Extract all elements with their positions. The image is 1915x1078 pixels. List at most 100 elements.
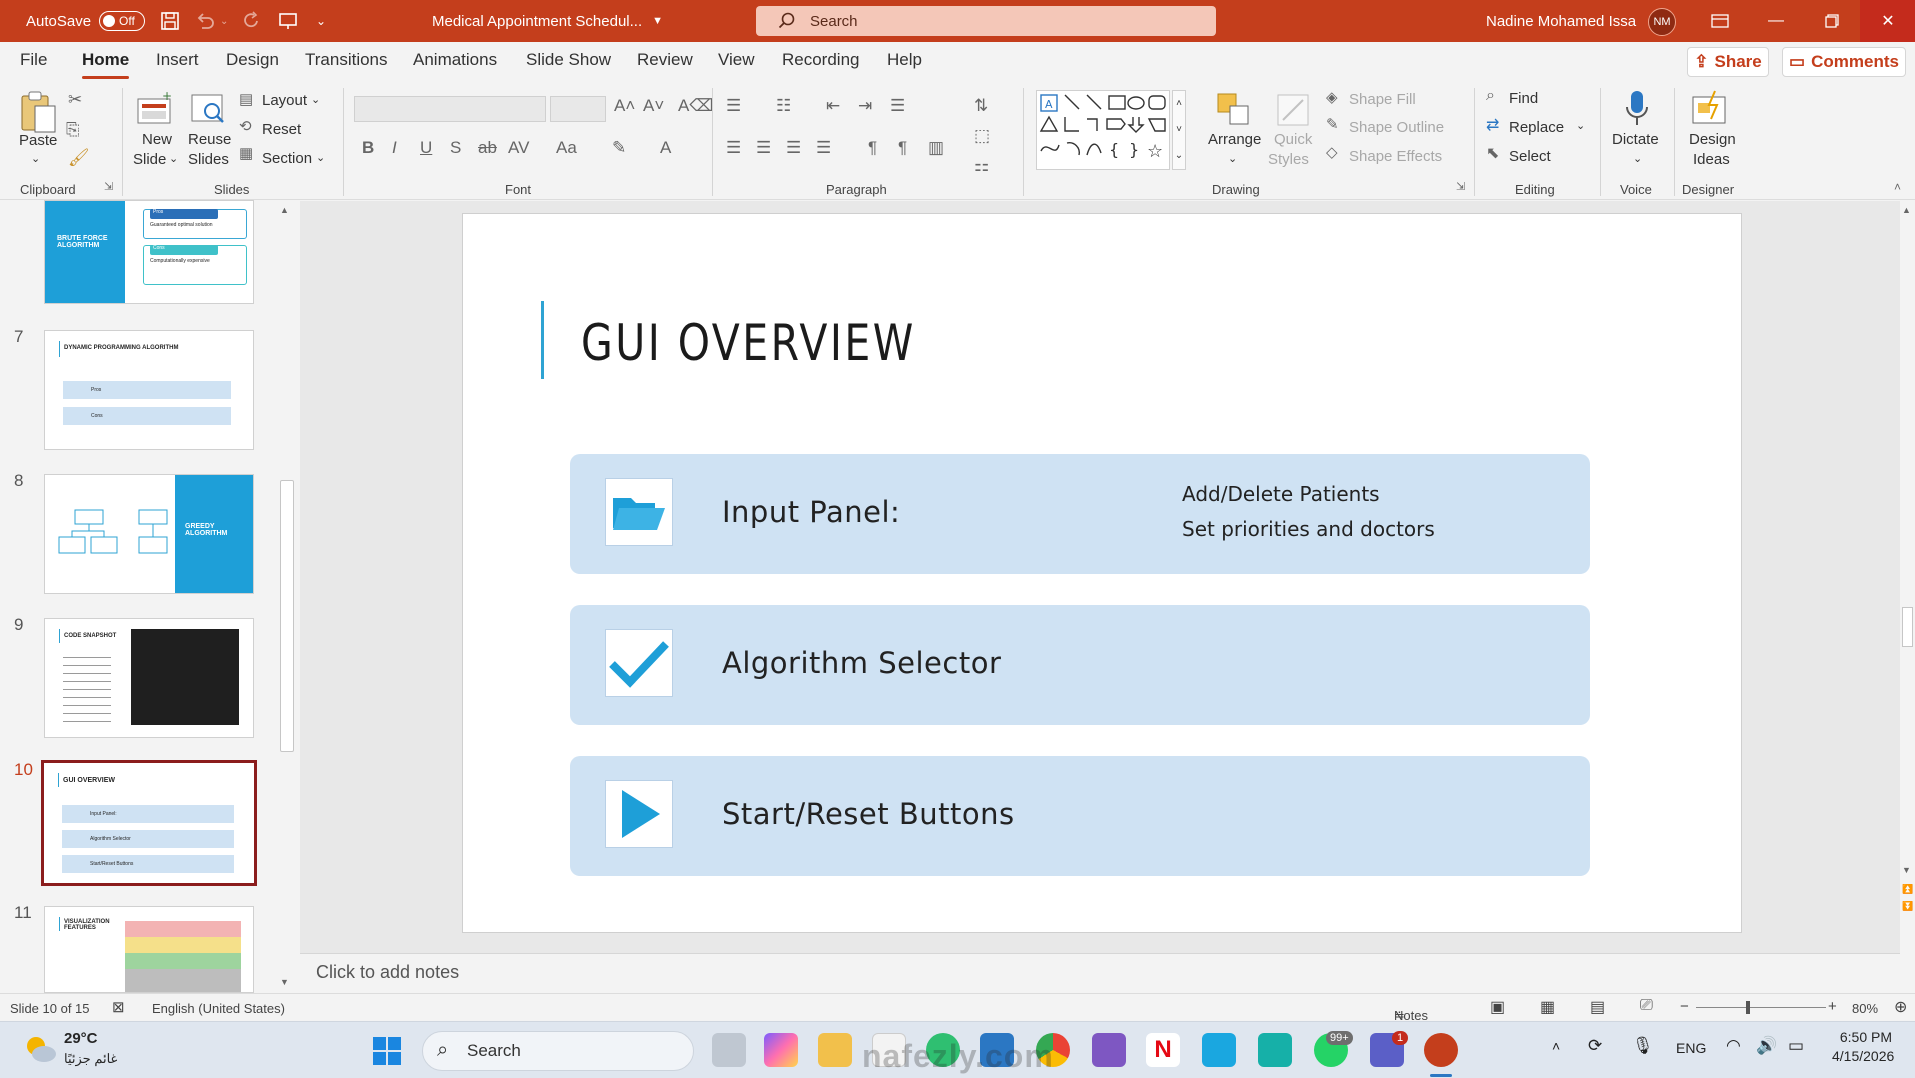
select-button[interactable]: Select — [1509, 148, 1551, 165]
section-dropdown-icon[interactable]: ⌄ — [316, 151, 325, 164]
save-icon[interactable] — [160, 0, 180, 42]
language-indicator[interactable]: ENG — [1676, 1040, 1706, 1056]
shadow-icon[interactable]: S — [450, 138, 461, 158]
bullets-icon[interactable]: ☰ — [726, 96, 741, 116]
task-view-icon[interactable] — [712, 1033, 746, 1067]
collapse-ribbon-icon[interactable]: ˄ — [1894, 180, 1901, 194]
show-hidden-icons[interactable]: ˄ — [1552, 1038, 1560, 1054]
paste-dropdown-icon[interactable]: ⌄ — [31, 152, 40, 165]
zoom-out-icon[interactable]: − — [1680, 998, 1689, 1015]
font-size-combo[interactable] — [550, 96, 606, 122]
customize-qat-icon[interactable]: ⌄ — [316, 0, 326, 42]
section-button[interactable]: Section — [262, 150, 312, 167]
tab-insert[interactable]: Insert — [156, 50, 199, 70]
shape-effects-icon[interactable]: ◇ — [1326, 143, 1338, 161]
slide-thumbnail-10[interactable]: GUI OVERVIEW Input Panel: Algorithm Sele… — [41, 760, 257, 886]
strikethrough-icon[interactable]: ab — [478, 138, 497, 158]
highlight-icon[interactable]: ✎ — [612, 138, 626, 158]
paste-label[interactable]: Paste — [19, 132, 57, 149]
notes-placeholder[interactable]: Click to add notes — [316, 962, 459, 982]
shapes-gallery[interactable]: A {} ☆ — [1036, 90, 1170, 170]
new-slide-dropdown-icon[interactable]: ⌄ — [169, 152, 178, 165]
tab-review[interactable]: Review — [637, 50, 693, 70]
present-icon[interactable] — [278, 0, 298, 42]
reset-button[interactable]: Reset — [262, 121, 301, 138]
new-slide-icon[interactable]: + — [136, 90, 174, 128]
zoom-level[interactable]: 80% — [1852, 1001, 1878, 1016]
tab-file[interactable]: File — [20, 50, 47, 70]
find-icon[interactable]: ⌕ — [1486, 87, 1495, 105]
font-color-icon[interactable]: A — [660, 138, 671, 158]
microphone-icon[interactable] — [1620, 88, 1654, 130]
shapes-gallery-scroll[interactable]: ˄ ˅ ⌄ — [1172, 90, 1186, 170]
redo-icon[interactable] — [242, 0, 262, 42]
design-ideas-label-1[interactable]: Design — [1689, 131, 1736, 148]
tab-slide-show[interactable]: Slide Show — [526, 50, 611, 70]
quick-styles-icon[interactable] — [1273, 90, 1313, 130]
visual-studio-icon[interactable] — [1092, 1033, 1126, 1067]
restore-icon[interactable] — [1804, 0, 1860, 42]
quick-styles-label-1[interactable]: Quick — [1274, 131, 1312, 148]
clipboard-launcher-icon[interactable]: ⇲ — [104, 180, 113, 193]
document-title[interactable]: Medical Appointment Schedul... ▼ — [432, 0, 663, 42]
weather-temp[interactable]: 29°C — [64, 1030, 98, 1047]
netflix-icon[interactable]: N — [1146, 1033, 1180, 1067]
format-painter-icon[interactable]: 🖌 — [68, 148, 90, 168]
undo-icon[interactable]: ⌄ — [194, 0, 228, 42]
text-direction-icon[interactable]: ⇅ — [974, 96, 988, 116]
underline-icon[interactable]: U — [420, 138, 432, 158]
accessibility-icon[interactable]: ⊠ — [112, 998, 125, 1016]
slideshow-view-icon[interactable]: ⎚ — [1640, 997, 1653, 1015]
close-icon[interactable]: ✕ — [1860, 0, 1915, 42]
shape-fill-button[interactable]: Shape Fill — [1349, 91, 1416, 108]
slide-scroll-down-icon[interactable]: ▼ — [1902, 865, 1911, 875]
align-center-icon[interactable]: ☰ — [756, 138, 771, 158]
smartart-icon[interactable]: ⚏ — [974, 156, 989, 176]
avatar[interactable]: NM — [1648, 8, 1676, 36]
notes-pane[interactable]: Click to add notes — [300, 953, 1900, 993]
shape-outline-button[interactable]: Shape Outline — [1349, 119, 1444, 136]
vscode-icon[interactable] — [1202, 1033, 1236, 1067]
previous-slide-icon[interactable]: ⏫ — [1902, 884, 1913, 895]
tab-view[interactable]: View — [718, 50, 755, 70]
tab-recording[interactable]: Recording — [782, 50, 860, 70]
battery-icon[interactable]: ▭ — [1788, 1036, 1804, 1056]
thumbnail-scroll-thumb[interactable] — [280, 480, 294, 752]
layout-button[interactable]: Layout — [262, 92, 307, 109]
current-slide[interactable]: GUI OVERVIEW Input Panel: Add/Delete Pat… — [462, 213, 1742, 933]
share-button[interactable]: ⇪ Share — [1687, 47, 1769, 77]
copilot-icon[interactable] — [764, 1033, 798, 1067]
columns-icon[interactable]: ▥ — [928, 138, 944, 158]
slide-thumbnail-9[interactable]: CODE SNAPSHOT — [44, 618, 254, 738]
scroll-down-icon[interactable]: ▼ — [280, 977, 289, 987]
bold-icon[interactable]: B — [362, 138, 374, 158]
layout-dropdown-icon[interactable]: ⌄ — [311, 93, 320, 106]
app-icon[interactable] — [1258, 1033, 1292, 1067]
tab-home[interactable]: Home — [82, 50, 130, 79]
italic-icon[interactable]: I — [392, 138, 397, 158]
wifi-icon[interactable]: ◠ — [1726, 1036, 1741, 1056]
design-ideas-icon[interactable] — [1688, 88, 1730, 130]
arrange-label[interactable]: Arrange — [1208, 131, 1261, 148]
slide-thumbnail-7[interactable]: DYNAMIC PROGRAMMING ALGORITHM Pros Cons — [44, 330, 254, 450]
algorithm-selector-card[interactable]: Algorithm Selector — [570, 605, 1590, 725]
design-ideas-label-2[interactable]: Ideas — [1693, 151, 1730, 168]
arrange-icon[interactable] — [1214, 90, 1254, 130]
scroll-up-icon[interactable]: ▲ — [280, 205, 289, 215]
reuse-slides-label-1[interactable]: Reuse — [188, 131, 231, 148]
paste-icon[interactable] — [18, 88, 58, 136]
language-status[interactable]: English (United States) — [152, 1001, 285, 1016]
align-left-icon[interactable]: ☰ — [726, 138, 741, 158]
start-icon[interactable] — [372, 1036, 402, 1066]
file-explorer-icon[interactable] — [818, 1033, 852, 1067]
input-panel-card[interactable]: Input Panel: Add/Delete Patients Set pri… — [570, 454, 1590, 574]
slide-scrollbar[interactable]: ▲ ▼ ⏫ ⏬ — [1900, 201, 1915, 993]
align-right-icon[interactable]: ☰ — [786, 138, 801, 158]
clear-formatting-icon[interactable]: A⌫ — [678, 96, 713, 116]
increase-indent-icon[interactable]: ⇥ — [858, 96, 872, 116]
normal-view-icon[interactable]: ▣ — [1490, 997, 1505, 1017]
font-family-combo[interactable] — [354, 96, 546, 122]
ltr-icon[interactable]: ¶ — [868, 138, 877, 158]
tab-animations[interactable]: Animations — [413, 50, 497, 70]
increase-font-icon[interactable]: A˄ — [614, 96, 635, 116]
